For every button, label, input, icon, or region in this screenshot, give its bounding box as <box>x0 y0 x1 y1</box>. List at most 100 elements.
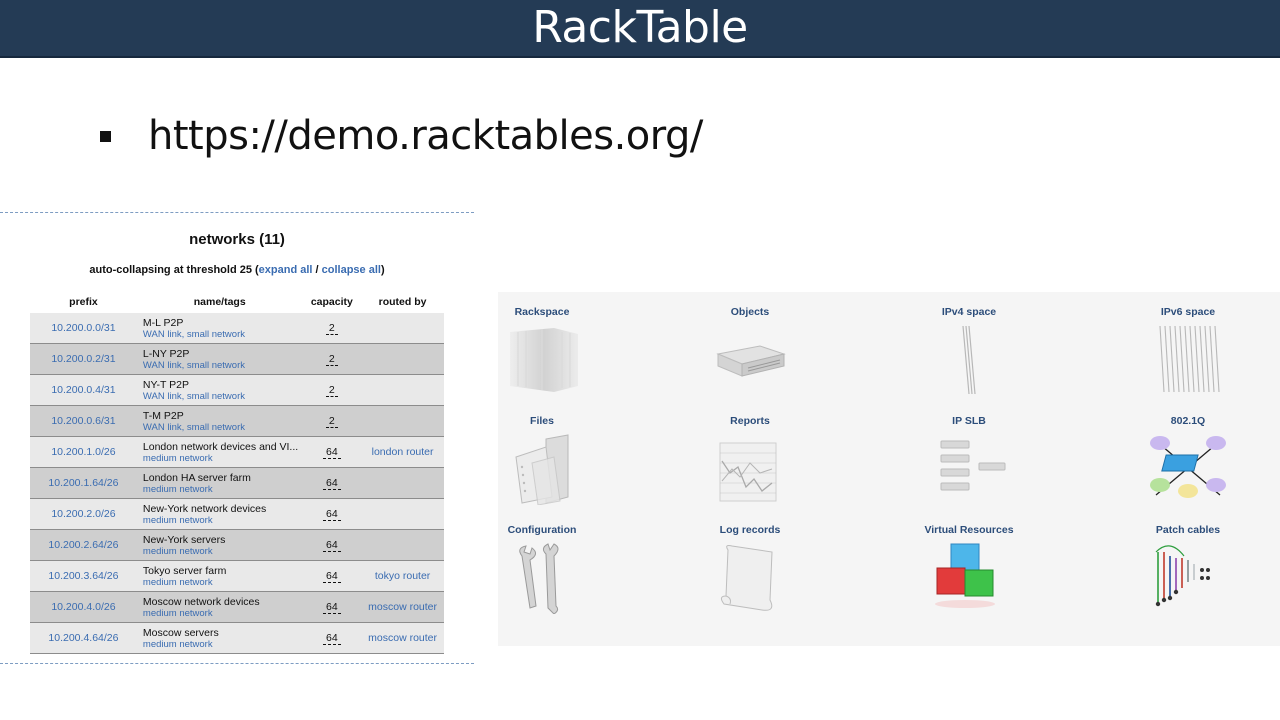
network-name: New-York servers <box>142 533 226 546</box>
header-prefix[interactable]: prefix <box>30 291 137 313</box>
capacity-value[interactable]: 64 <box>322 446 341 459</box>
index-item-label[interactable]: IPv4 space <box>879 306 1059 320</box>
network-name-cell: Moscow servers medium network <box>136 622 303 654</box>
routed-by-link[interactable]: tokyo router <box>361 560 444 592</box>
capacity-value[interactable]: 64 <box>322 539 341 552</box>
tag-link[interactable]: medium network <box>143 608 213 619</box>
index-item-log-records[interactable]: Log records <box>660 524 840 624</box>
index-item-objects[interactable]: Objects <box>660 306 840 406</box>
index-item-virtual-resources[interactable]: Virtual Resources <box>879 524 1059 624</box>
expand-all-link[interactable]: expand all <box>259 264 313 276</box>
index-item-label[interactable]: Patch cables <box>1098 524 1278 538</box>
tag-link[interactable]: medium network <box>143 546 213 557</box>
table-row: 10.200.2.64/26 New-York servers medium net… <box>30 529 444 561</box>
index-item-ipv6-space[interactable]: IPv6 space <box>1098 306 1278 406</box>
tag-link[interactable]: medium network <box>143 453 213 464</box>
tag-link[interactable]: small network <box>187 360 245 371</box>
ip-slb-icon[interactable] <box>879 433 1059 510</box>
networks-table-body: 10.200.0.0/31 M-L P2P WAN link, small netw… <box>30 313 444 654</box>
index-item-label[interactable]: Virtual Resources <box>879 524 1059 538</box>
header-capacity[interactable]: capacity <box>303 291 362 313</box>
tag-link[interactable]: medium network <box>143 484 213 495</box>
index-item-label[interactable]: Files <box>452 415 632 429</box>
network-prefix-link[interactable]: 10.200.4.0/26 <box>30 591 137 623</box>
network-prefix-link[interactable]: 10.200.3.64/26 <box>30 560 137 592</box>
network-prefix-link[interactable]: 10.200.0.6/31 <box>30 405 137 437</box>
reports-icon[interactable] <box>660 433 840 510</box>
network-tags: WAN link, small network <box>142 421 245 433</box>
index-item-label[interactable]: IP SLB <box>879 415 1059 429</box>
tag-link[interactable]: medium network <box>143 577 213 588</box>
index-item-label[interactable]: IPv6 space <box>1098 306 1278 320</box>
routed-by-link[interactable]: moscow router <box>361 622 444 654</box>
index-item-label[interactable]: Objects <box>660 306 840 320</box>
index-item-patch-cables[interactable]: Patch cables <box>1098 524 1278 624</box>
routed-by-link[interactable] <box>361 529 444 561</box>
capacity-value[interactable]: 2 <box>325 353 338 366</box>
network-prefix-link[interactable]: 10.200.4.64/26 <box>30 622 137 654</box>
network-prefix-link[interactable]: 10.200.0.4/31 <box>30 374 137 406</box>
network-tags: medium network <box>143 484 303 495</box>
capacity-cell: 64 <box>302 529 362 561</box>
routed-by-link[interactable] <box>361 374 444 406</box>
capacity-value[interactable]: 64 <box>322 508 341 521</box>
routed-by-link[interactable] <box>361 405 444 437</box>
index-item-label[interactable]: Configuration <box>452 524 632 538</box>
header-name-tags[interactable]: name/tags <box>137 291 303 313</box>
vlan-8021q-icon[interactable] <box>1098 433 1278 510</box>
tag-link[interactable]: medium network <box>143 515 213 526</box>
header-routed-by[interactable]: routed by <box>361 291 444 313</box>
index-item-ipv4-space[interactable]: IPv4 space <box>879 306 1059 406</box>
index-item-configuration[interactable]: Configuration <box>452 524 632 624</box>
virtual-resources-icon[interactable] <box>879 542 1059 619</box>
objects-icon[interactable] <box>660 324 840 399</box>
network-prefix-link[interactable]: 10.200.2.0/26 <box>30 498 137 530</box>
patch-cables-icon[interactable] <box>1098 542 1278 619</box>
capacity-value[interactable]: 2 <box>325 415 338 428</box>
index-item-label[interactable]: Log records <box>660 524 840 538</box>
tag-link[interactable]: WAN link <box>143 360 182 371</box>
routed-by-link[interactable]: moscow router <box>361 591 444 623</box>
routed-by-link[interactable] <box>361 343 444 375</box>
network-prefix-link[interactable]: 10.200.1.0/26 <box>30 436 137 468</box>
tag-link[interactable]: WAN link <box>143 422 182 433</box>
rackspace-icon[interactable] <box>452 324 632 399</box>
configuration-icon[interactable] <box>452 542 632 619</box>
collapse-all-link[interactable]: collapse all <box>322 264 381 276</box>
routed-by-link[interactable] <box>361 498 444 530</box>
index-item-label[interactable]: 802.1Q <box>1098 415 1278 429</box>
index-item-label[interactable]: Rackspace <box>452 306 632 320</box>
tag-link[interactable]: small network <box>187 329 245 340</box>
capacity-value[interactable]: 64 <box>322 570 341 583</box>
tag-link[interactable]: medium network <box>143 639 213 650</box>
routed-by-link[interactable]: london router <box>361 436 444 468</box>
network-prefix-link[interactable]: 10.200.0.2/31 <box>30 343 137 375</box>
capacity-value[interactable]: 2 <box>325 384 338 397</box>
network-prefix-link[interactable]: 10.200.2.64/26 <box>30 529 137 561</box>
index-item-files[interactable]: Files <box>452 415 632 515</box>
ipv6-space-icon[interactable] <box>1098 324 1278 401</box>
files-icon[interactable] <box>452 433 632 510</box>
index-item-vlan-8021q[interactable]: 802.1Q <box>1098 415 1278 515</box>
network-prefix-link[interactable]: 10.200.1.64/26 <box>30 467 137 499</box>
capacity-value[interactable]: 64 <box>322 632 341 645</box>
ipv4-space-icon[interactable] <box>879 324 1059 401</box>
tag-link[interactable]: small network <box>187 422 245 433</box>
network-prefix-link[interactable]: 10.200.0.0/31 <box>30 313 137 344</box>
log-records-icon[interactable] <box>660 542 840 619</box>
index-item-ip-slb[interactable]: IP SLB <box>879 415 1059 515</box>
network-name: Moscow network devices <box>142 595 260 608</box>
capacity-value[interactable]: 64 <box>322 477 341 490</box>
index-item-reports[interactable]: Reports <box>660 415 840 515</box>
capacity-value[interactable]: 2 <box>325 322 338 335</box>
tag-link[interactable]: WAN link <box>143 329 182 340</box>
index-item-label[interactable]: Reports <box>660 415 840 429</box>
table-row: 10.200.0.2/31 L-NY P2P WAN link, small net… <box>30 343 444 375</box>
tag-link[interactable]: WAN link <box>143 391 182 402</box>
tag-link[interactable]: small network <box>187 391 245 402</box>
routed-by-link[interactable] <box>361 313 444 344</box>
routed-by-link[interactable] <box>361 467 444 499</box>
capacity-value[interactable]: 64 <box>322 601 341 614</box>
index-item-rackspace[interactable]: Rackspace <box>452 306 632 406</box>
capacity-cell: 64 <box>302 591 362 623</box>
